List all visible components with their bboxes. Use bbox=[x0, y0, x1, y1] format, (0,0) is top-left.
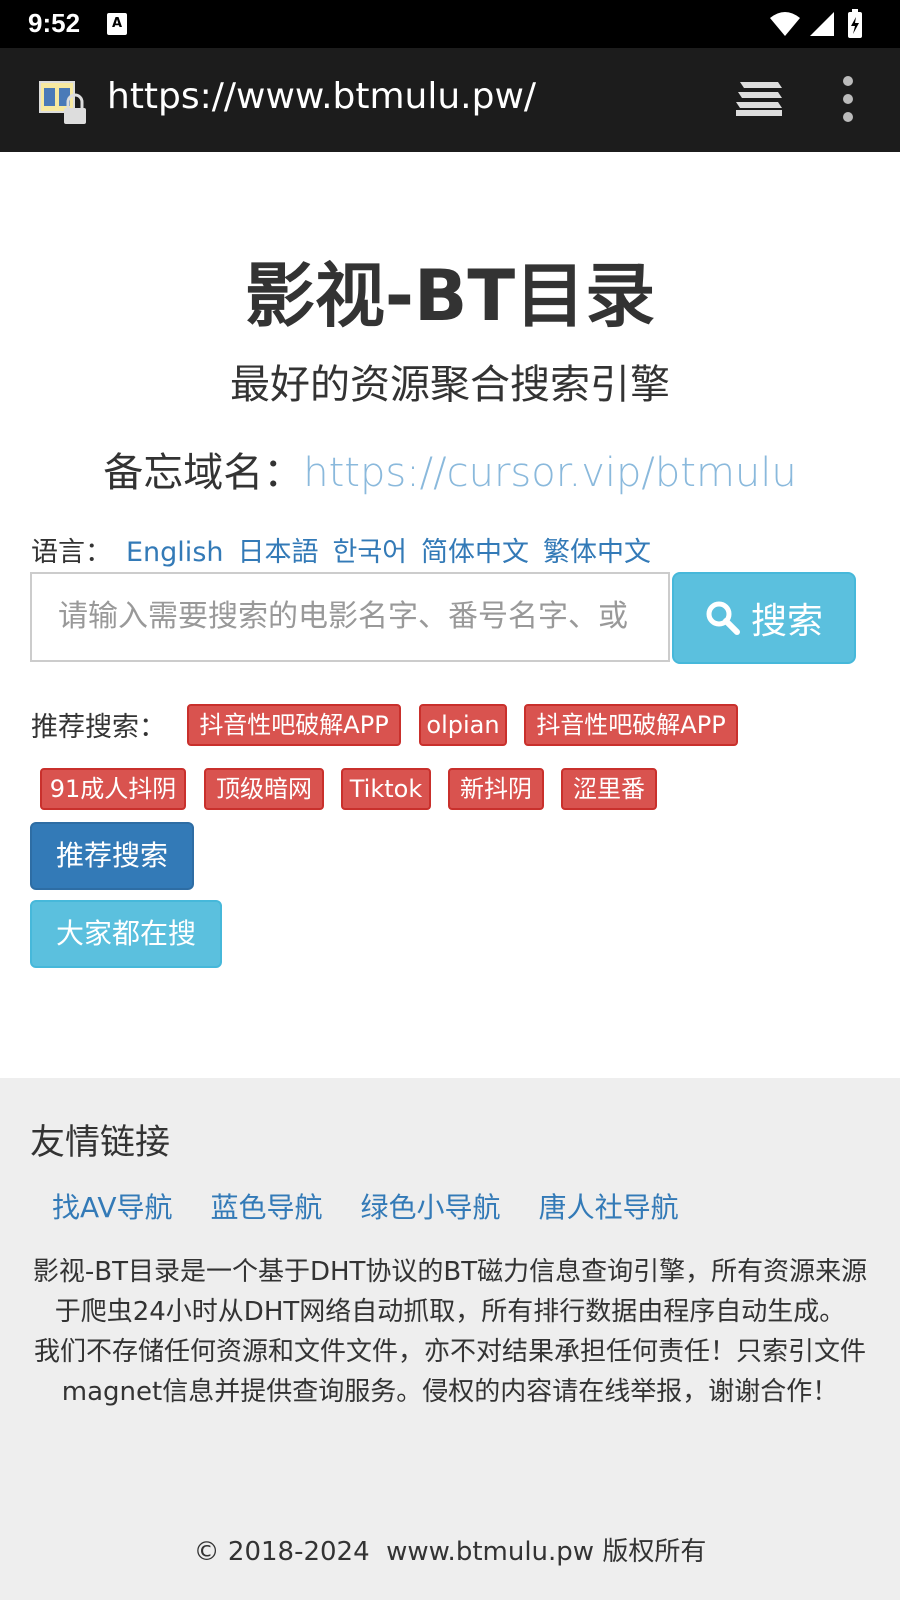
status-bar: 9:52 A bbox=[0, 0, 900, 48]
system-status-icons bbox=[770, 9, 862, 38]
recommend-tag[interactable]: 抖音性吧破解APP bbox=[187, 704, 401, 746]
overflow-menu-icon[interactable] bbox=[840, 74, 856, 124]
description-paragraph: 影视-BT目录是一个基于DHT协议的BT磁力信息查询引擎，所有资源来源于爬虫24… bbox=[32, 1257, 868, 1327]
language-option-japanese[interactable]: 日本語 bbox=[238, 537, 319, 568]
status-time: 9:52 bbox=[28, 8, 81, 38]
recommend-tag[interactable]: 抖音性吧破解APP bbox=[524, 704, 738, 746]
mirror-domain-row: 备忘域名：https://cursor.vip/btmulu bbox=[0, 440, 900, 498]
search-input[interactable]: 请输入需要搜索的电影名字、番号名字、或 bbox=[30, 572, 670, 662]
site-lock-icon[interactable] bbox=[38, 80, 94, 126]
friend-link[interactable]: 蓝色导航 bbox=[211, 1191, 323, 1224]
friend-link[interactable]: 绿色小导航 bbox=[361, 1191, 501, 1224]
cell-signal-icon bbox=[810, 12, 834, 36]
recommend-tag[interactable]: 91成人抖阴 bbox=[40, 768, 186, 810]
friend-links: 找AV导航 蓝色导航 绿色小导航 唐人社导航 bbox=[52, 1186, 717, 1226]
browser-toolbar: https://www.btmulu.pw/ bbox=[0, 48, 900, 152]
mirror-domain-link[interactable]: https://cursor.vip/btmulu bbox=[303, 450, 796, 496]
recommend-tag[interactable]: Tiktok bbox=[341, 768, 431, 810]
language-label: 语言： bbox=[31, 537, 112, 568]
language-option-traditional-chinese[interactable]: 繁体中文 bbox=[543, 537, 651, 568]
tabs-icon[interactable] bbox=[734, 78, 784, 118]
search-button[interactable]: 搜索 bbox=[672, 572, 856, 664]
recommend-tag[interactable]: 顶级暗网 bbox=[204, 768, 324, 810]
battery-icon bbox=[848, 9, 862, 38]
friend-link[interactable]: 唐人社导航 bbox=[539, 1191, 679, 1224]
recommend-tag[interactable]: 涩里番 bbox=[561, 768, 657, 810]
wifi-icon bbox=[770, 12, 800, 36]
friend-link[interactable]: 找AV导航 bbox=[52, 1191, 173, 1224]
recommend-tag[interactable]: olpian bbox=[419, 704, 507, 746]
site-subtitle: 最好的资源聚合搜索引擎 bbox=[230, 362, 670, 408]
friend-links-title: 友情链接 bbox=[30, 1123, 171, 1163]
copyright: © 2018-2024 www.btmulu.pw 版权所有 bbox=[193, 1537, 707, 1567]
language-selector: 语言： English 日本語 한국어 简体中文 繁体中文 bbox=[31, 530, 651, 569]
recommend-label: 推荐搜索： bbox=[31, 712, 166, 743]
disclaimer-paragraph: 我们不存储任何资源和文件文件，亦不对结果承担任何责任！只索引文件magnet信息… bbox=[33, 1337, 866, 1407]
site-title: 影视-BT目录 bbox=[244, 255, 656, 337]
mirror-label: 备忘域名： bbox=[103, 450, 304, 496]
language-option-korean[interactable]: 한국어 bbox=[333, 537, 408, 568]
recommend-tag[interactable]: 新抖阴 bbox=[448, 768, 544, 810]
keyboard-a-icon: A bbox=[107, 13, 127, 35]
language-option-english[interactable]: English bbox=[126, 537, 224, 568]
url-bar[interactable]: https://www.btmulu.pw/ bbox=[107, 76, 536, 117]
footer: 友情链接 找AV导航 蓝色导航 绿色小导航 唐人社导航 影视-BT目录是一个基于DHT… bbox=[0, 1078, 900, 1600]
search-icon bbox=[706, 601, 740, 635]
site-description: 影视-BT目录是一个基于DHT协议的BT磁力信息查询引擎，所有资源来源于爬虫24… bbox=[26, 1252, 874, 1412]
recommend-search-button[interactable]: 推荐搜索 bbox=[30, 822, 194, 890]
search-button-label: 搜索 bbox=[750, 601, 823, 642]
trending-search-button[interactable]: 大家都在搜 bbox=[30, 900, 222, 968]
language-option-simplified-chinese[interactable]: 简体中文 bbox=[421, 537, 529, 568]
